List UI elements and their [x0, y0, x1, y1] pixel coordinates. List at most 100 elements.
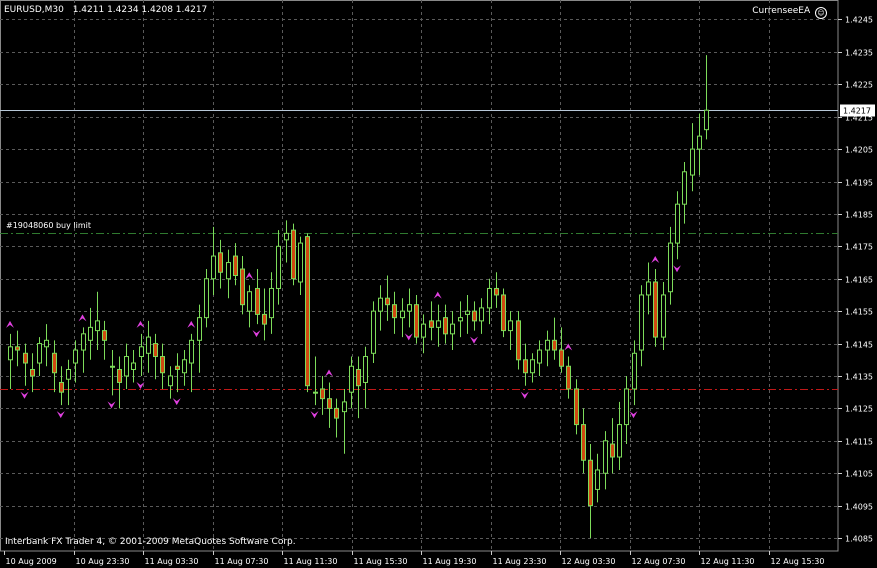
price-chart[interactable]: 1.42451.42351.42251.42151.42051.41951.41… — [0, 0, 877, 568]
candle-body — [66, 368, 71, 380]
candle — [632, 340, 637, 406]
candle — [624, 375, 629, 445]
candle — [501, 288, 506, 338]
candle-body — [313, 391, 318, 394]
up-fractal-arrow — [78, 314, 87, 322]
candle — [291, 223, 296, 286]
candle-body — [595, 469, 600, 490]
candle-body — [697, 135, 702, 150]
candle — [690, 123, 695, 192]
down-fractal-arrow — [172, 398, 181, 406]
candle-body — [131, 362, 136, 370]
candle-body — [226, 262, 231, 280]
plot-frame — [0, 0, 839, 552]
candle — [30, 353, 35, 393]
candle — [153, 333, 158, 380]
up-fractal-arrow — [187, 320, 196, 328]
up-fractal-arrow — [651, 256, 660, 264]
candle — [581, 408, 586, 474]
candle-body — [139, 346, 144, 358]
candle — [443, 304, 448, 344]
candle-body — [298, 242, 303, 283]
fractal-markers — [6, 256, 681, 419]
x-tick-label: 12 Aug 03:30 — [562, 557, 616, 566]
candle — [371, 301, 376, 364]
candle — [124, 343, 129, 389]
up-fractal-arrow — [433, 291, 442, 299]
candle — [269, 272, 274, 334]
candle — [566, 356, 571, 399]
candle-body — [624, 388, 629, 426]
candle-body — [668, 242, 673, 293]
candle — [610, 418, 615, 474]
candle — [146, 320, 151, 373]
candle-body — [516, 320, 521, 361]
candle-body — [472, 310, 477, 322]
candle-body — [682, 171, 687, 205]
x-tick-label: 12 Aug 15:30 — [771, 557, 825, 566]
candle-body — [247, 291, 252, 312]
candle — [588, 444, 593, 539]
candle-body — [479, 307, 484, 322]
candle-body — [15, 346, 20, 351]
candle — [349, 356, 354, 409]
y-tick-label: 1.4175 — [845, 243, 873, 252]
candle-body — [88, 326, 93, 341]
candle-body — [392, 304, 397, 319]
candle-body — [552, 339, 557, 351]
candle-body — [23, 352, 28, 364]
candle-body — [305, 236, 310, 387]
candle-body — [523, 359, 528, 374]
candle-body — [95, 320, 100, 332]
x-tick-label: 11 Aug 19:30 — [423, 557, 477, 566]
candle — [552, 317, 557, 360]
candle — [204, 269, 209, 328]
x-tick-label: 11 Aug 23:30 — [493, 557, 547, 566]
y-tick-label: 1.4185 — [845, 211, 873, 220]
candle-body — [371, 310, 376, 354]
candle-body — [537, 349, 542, 364]
candle-body — [81, 333, 86, 351]
candle — [8, 333, 13, 389]
price-levels — [0, 110, 838, 390]
candle-body — [385, 297, 390, 306]
down-fractal-arrow — [520, 391, 529, 399]
candle-body — [661, 294, 666, 338]
candle-body — [400, 310, 405, 319]
candle-body — [458, 317, 463, 322]
candle — [139, 333, 144, 376]
candle-body — [117, 368, 122, 383]
candle — [313, 356, 318, 406]
candle-body — [429, 320, 434, 328]
candle — [363, 346, 368, 409]
candle-body — [262, 313, 267, 325]
down-fractal-arrow — [404, 333, 413, 341]
x-tick-label: 11 Aug 03:30 — [145, 557, 199, 566]
current-price-label: 1.4217 — [843, 107, 871, 116]
y-tick-label: 1.4125 — [845, 405, 873, 414]
candle-body — [646, 281, 651, 296]
order-label: #19048060 buy limit — [6, 221, 91, 230]
candle — [160, 343, 165, 389]
candle-body — [588, 459, 593, 507]
y-tick-label: 1.4155 — [845, 308, 873, 317]
candle — [429, 301, 434, 341]
candle — [59, 366, 64, 406]
candle — [545, 330, 550, 367]
candle — [305, 233, 310, 393]
y-tick-label: 1.4145 — [845, 341, 873, 350]
candle — [247, 285, 252, 328]
candle — [595, 453, 600, 503]
candle — [494, 272, 499, 308]
y-tick-label: 1.4165 — [845, 276, 873, 285]
candle — [603, 431, 608, 490]
candle — [516, 311, 521, 370]
candle — [44, 324, 49, 367]
candle — [675, 191, 680, 260]
candle-body — [269, 287, 274, 319]
candle — [523, 343, 528, 386]
expert-advisor[interactable]: CurrenseeEA ☺ — [752, 6, 827, 19]
candle-body — [197, 317, 202, 341]
candle — [697, 113, 702, 176]
candle-body — [255, 287, 260, 315]
